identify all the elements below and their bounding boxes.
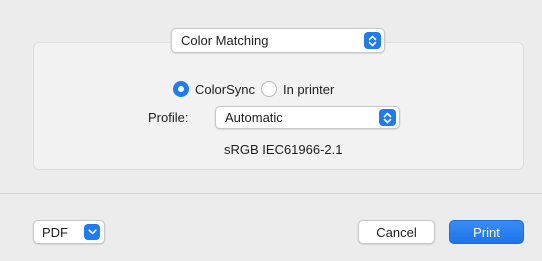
profile-popup-value: Automatic: [225, 110, 283, 125]
up-down-chevron-icon: [364, 32, 381, 49]
color-matching-radio-group: ColorSync In printer: [173, 80, 340, 98]
print-button[interactable]: Print: [449, 220, 524, 244]
profile-name-text: sRGB IEC61966-2.1: [224, 142, 343, 157]
print-dialog: Color Matching ColorSync In printer Prof…: [0, 0, 542, 261]
in-printer-radio[interactable]: [260, 81, 277, 97]
in-printer-radio-label[interactable]: In printer: [283, 82, 334, 97]
pdf-menu-button[interactable]: PDF: [33, 220, 105, 244]
up-down-chevron-icon: [379, 109, 396, 126]
colorsync-radio-label[interactable]: ColorSync: [195, 82, 255, 97]
pdf-button-label: PDF: [42, 224, 68, 240]
chevron-down-icon: [84, 224, 100, 240]
section-popup[interactable]: Color Matching: [171, 28, 385, 53]
colorsync-radio[interactable]: [173, 81, 189, 97]
cancel-button[interactable]: Cancel: [358, 220, 435, 244]
profile-popup[interactable]: Automatic: [215, 106, 400, 129]
footer-divider: [0, 193, 542, 194]
profile-label: Profile:: [148, 110, 189, 125]
section-popup-value: Color Matching: [181, 33, 269, 48]
